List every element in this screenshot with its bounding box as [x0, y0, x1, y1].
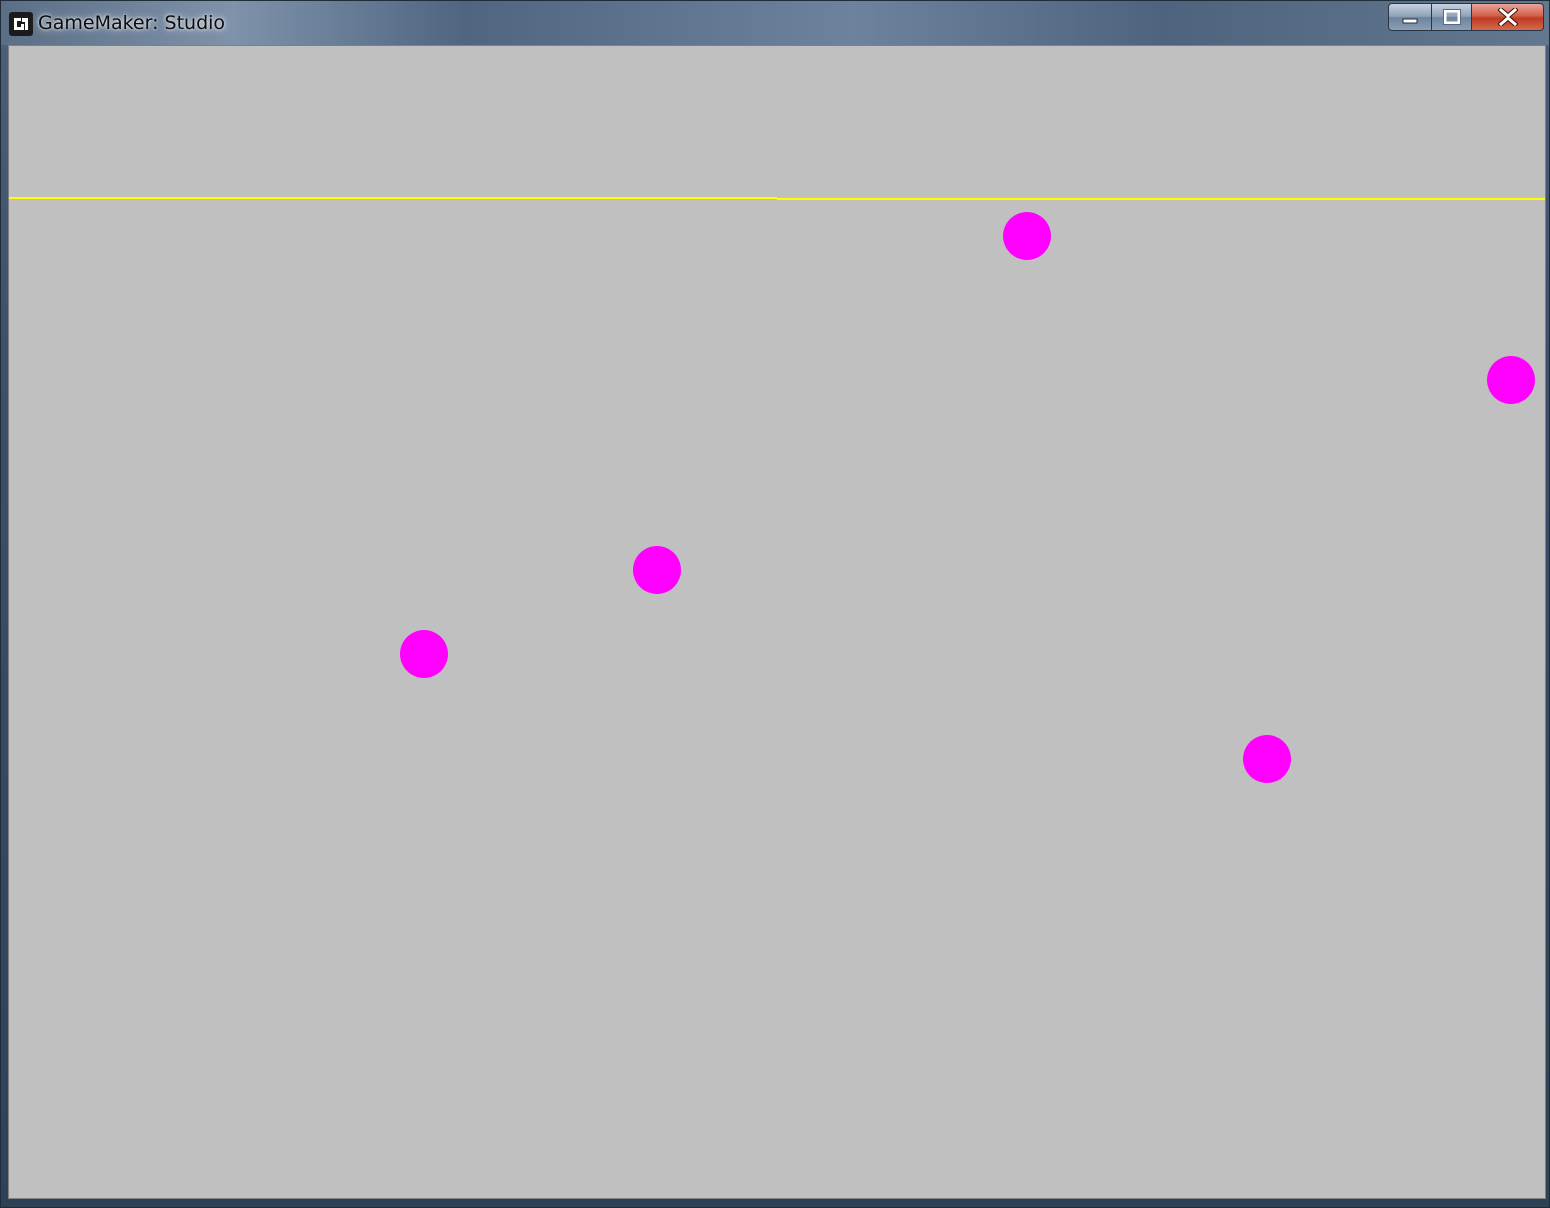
gamemaker-logo-icon — [9, 12, 33, 36]
ball-2 — [1487, 356, 1535, 404]
window-title: GameMaker: Studio — [38, 12, 226, 34]
game-window: GameMaker: Studio — [0, 0, 1550, 1208]
title-bar[interactable]: GameMaker: Studio — [1, 1, 1549, 45]
ball-1 — [1003, 212, 1051, 260]
maximize-button[interactable] — [1432, 3, 1472, 31]
caption-buttons — [1388, 3, 1544, 33]
game-scene — [9, 46, 1545, 1198]
close-button[interactable] — [1472, 3, 1544, 31]
ball-5 — [1243, 735, 1291, 783]
minimize-icon — [1402, 18, 1418, 24]
ball-4 — [400, 630, 448, 678]
minimize-button[interactable] — [1388, 3, 1432, 31]
room-background — [9, 46, 1545, 1198]
close-icon — [1497, 8, 1518, 26]
game-canvas[interactable] — [8, 45, 1546, 1199]
ball-3 — [633, 546, 681, 594]
maximize-icon — [1442, 9, 1461, 25]
